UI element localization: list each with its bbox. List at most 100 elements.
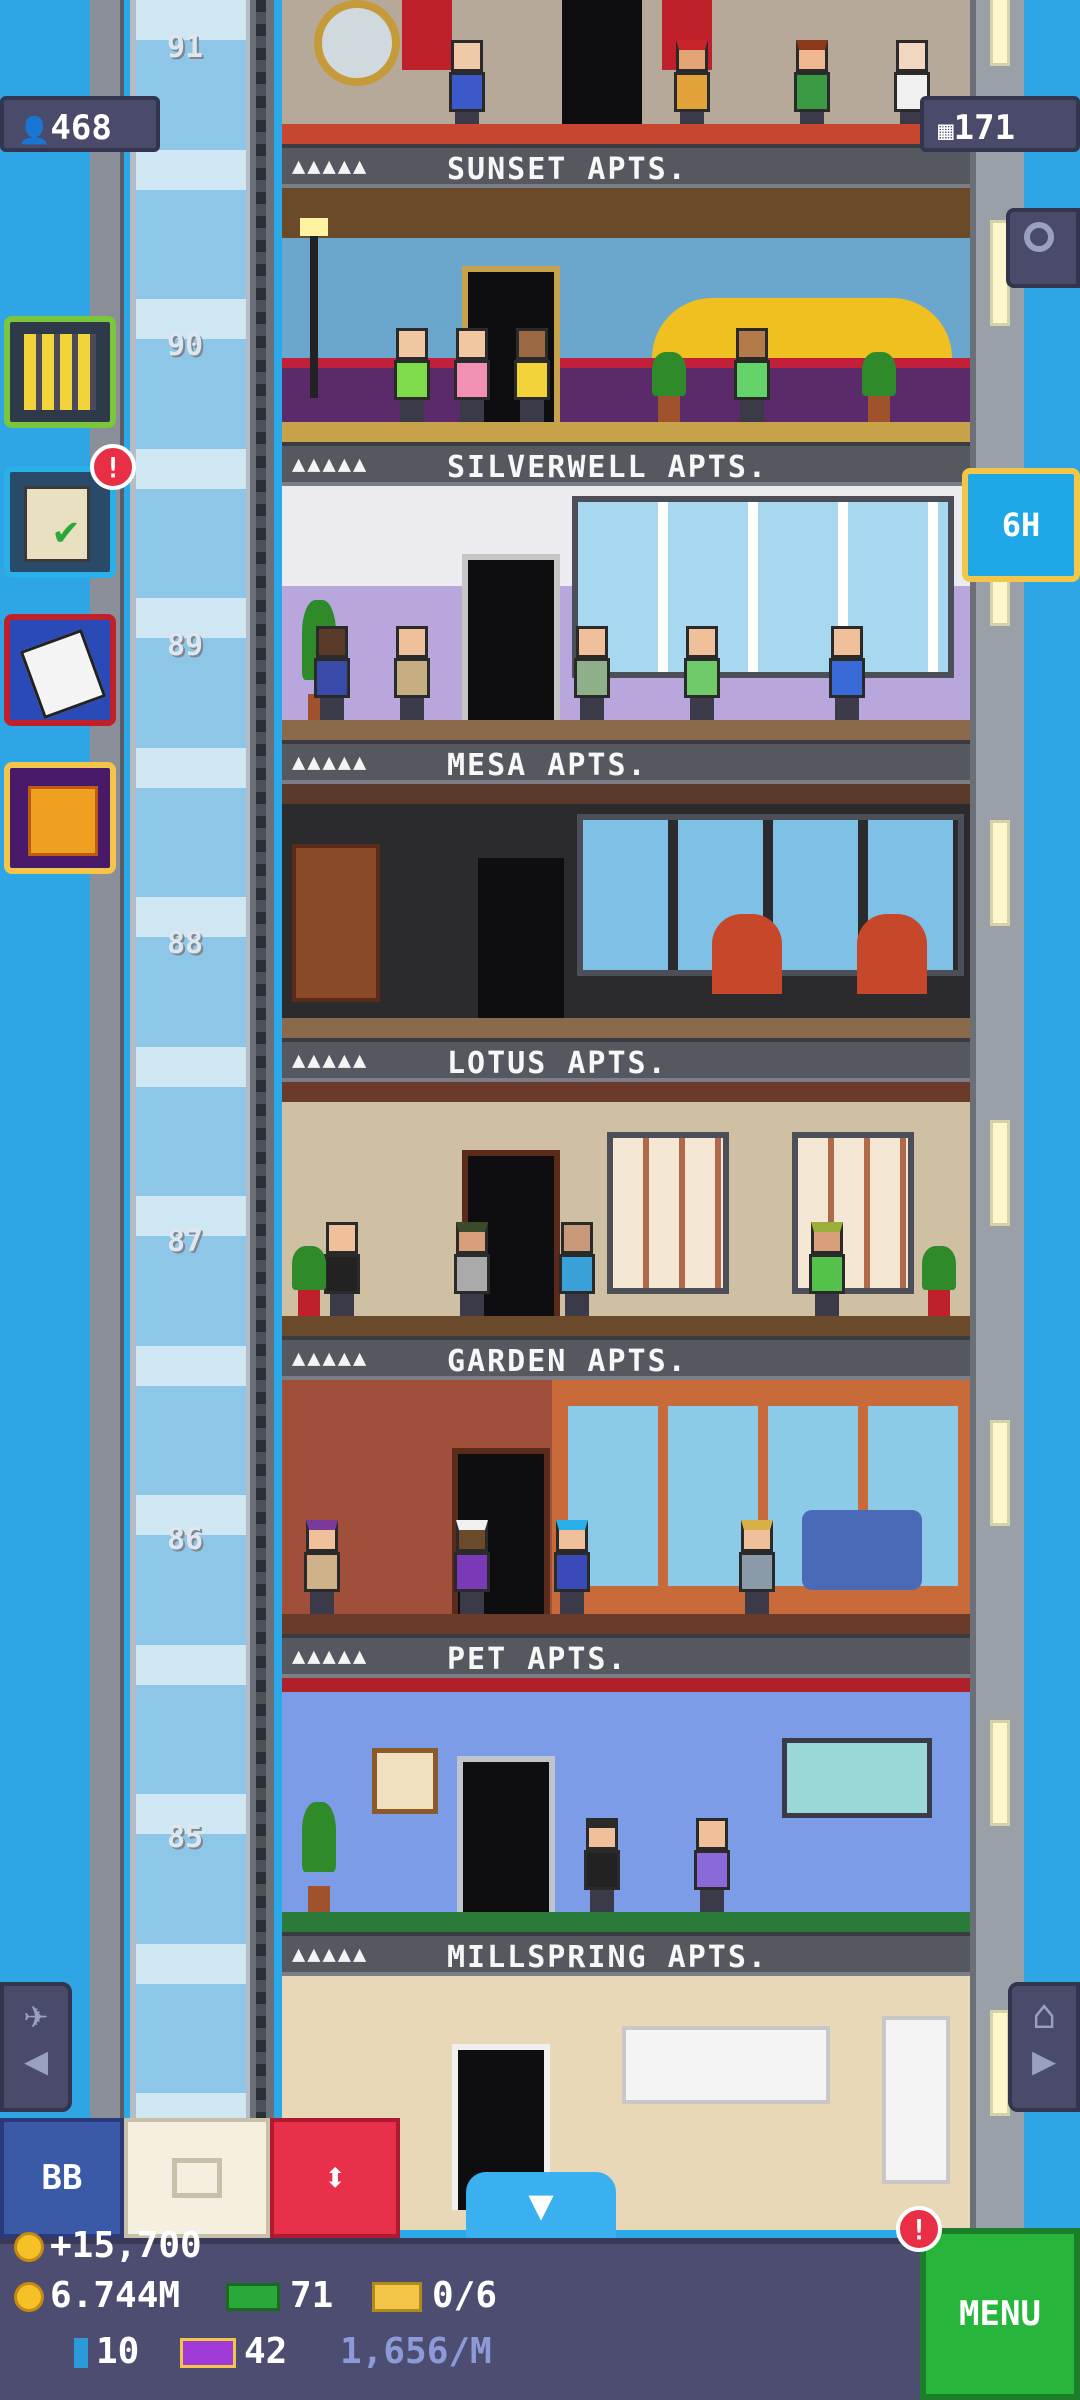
coin-icon (14, 2282, 44, 2312)
bitizen[interactable] (807, 1222, 847, 1316)
window (572, 496, 954, 678)
floor-grass (282, 1912, 970, 1932)
elevator-cable (256, 0, 266, 2400)
floor-silverwell-apts[interactable]: ▲▲▲▲▲ SILVERWELL APTS. (282, 442, 970, 740)
floor-number: 91 (166, 30, 204, 65)
floor-carpet (282, 124, 970, 144)
plant-decor (302, 1802, 336, 1912)
floor-label: ▲▲▲▲▲ PET APTS. (282, 1634, 970, 1678)
bb-button[interactable]: BB (0, 2118, 124, 2238)
floor-label: ▲▲▲▲▲ MILLSPRING APTS. (282, 1932, 970, 1976)
bitizen[interactable] (392, 626, 432, 720)
floor-stars: ▲▲▲▲▲ (292, 154, 369, 179)
bitizen[interactable] (572, 626, 612, 720)
build-floor-button[interactable] (4, 316, 116, 428)
population-counter[interactable]: 👤468 (0, 96, 160, 152)
bitizen[interactable] (452, 1222, 492, 1316)
bitizen[interactable] (682, 626, 722, 720)
bitizen[interactable] (737, 1520, 777, 1614)
search-button[interactable] (1006, 208, 1080, 288)
floor-wood (282, 720, 970, 740)
floor-sunset-apts[interactable]: ▲▲▲▲▲ SUNSET APTS. (282, 144, 970, 442)
tickets-counter: 0/6 (372, 2272, 497, 2320)
bitizen[interactable] (732, 328, 772, 422)
vip-counter: 42 (180, 2328, 287, 2376)
plant-decor (922, 1246, 956, 1316)
floor-wood (282, 1018, 970, 1038)
bitizen[interactable] (312, 626, 352, 720)
stock-button[interactable] (124, 2118, 270, 2238)
door[interactable] (457, 1756, 555, 1912)
sunset-decor (652, 298, 952, 358)
floor-name: MILLSPRING APTS. (447, 1940, 768, 1975)
floor-wood (282, 1316, 970, 1336)
room-interior (282, 1082, 970, 1336)
income-rate: 1,656/M (340, 2331, 492, 2372)
bitizen[interactable] (452, 328, 492, 422)
bitizen[interactable] (692, 1818, 732, 1912)
next-floor-button[interactable]: ⌂ ▶ (1008, 1982, 1080, 2112)
floor-stars: ▲▲▲▲▲ (292, 1644, 369, 1669)
bitizen[interactable] (582, 1818, 622, 1912)
bitizen[interactable] (672, 40, 712, 134)
calendar-button[interactable] (4, 614, 116, 726)
floor-mesa-apts[interactable]: ▲▲▲▲▲ MESA APTS. (282, 740, 970, 1038)
tower-window-light (990, 0, 1010, 66)
coins-gain: +15,700 (14, 2222, 202, 2270)
floor-name: MESA APTS. (447, 748, 648, 783)
bookshelf (292, 844, 380, 1002)
menu-button[interactable]: MENU (920, 2228, 1080, 2400)
door[interactable] (472, 852, 570, 1018)
chevron-left-icon: ◀ (23, 2038, 49, 2084)
plant-decor (652, 352, 686, 422)
tower-window-light (990, 1420, 1010, 1526)
floors-counter[interactable]: ▦171 (920, 96, 1080, 152)
menu-label: MENU (959, 2294, 1041, 2334)
building-icon (24, 334, 96, 410)
coin-icon (14, 2232, 44, 2262)
collapse-toolbar-button[interactable]: ▼ (466, 2172, 616, 2238)
menu-alert-badge: ! (896, 2206, 942, 2252)
bitizen[interactable] (827, 626, 867, 720)
tower-window-light (990, 1720, 1010, 1826)
item-icon (74, 2338, 88, 2368)
building-icon: ▦ (938, 116, 954, 146)
gift-button[interactable] (4, 762, 116, 874)
banner-decor (402, 0, 452, 70)
bitizen[interactable] (392, 328, 432, 422)
room-interior (282, 0, 970, 144)
bitizen[interactable] (447, 40, 487, 134)
bitizen[interactable] (302, 1520, 342, 1614)
floor-garden-apts[interactable]: ▲▲▲▲▲ GARDEN APTS. (282, 1336, 970, 1634)
mirror-decor (314, 0, 400, 86)
tower-window-light (990, 820, 1010, 926)
magnifier-icon (1024, 222, 1054, 252)
bitizen[interactable] (792, 40, 832, 134)
floor-trim (282, 422, 970, 442)
chevron-right-icon: ▶ (1031, 2038, 1057, 2084)
floor-stars: ▲▲▲▲▲ (292, 452, 369, 477)
floor-lotus-apts[interactable]: ▲▲▲▲▲ LOTUS APTS. (282, 1038, 970, 1336)
home-icon: ⌂ (1031, 1992, 1057, 2038)
floor-name: SILVERWELL APTS. (447, 450, 768, 485)
restock-timer-label: 6H (1001, 506, 1041, 544)
plant-decor (862, 352, 896, 422)
bitizen[interactable] (552, 1520, 592, 1614)
picture-frame (372, 1748, 438, 1814)
restock-timer-button[interactable]: 6H (962, 468, 1080, 582)
floor-pet-apts[interactable]: ▲▲▲▲▲ PET APTS. (282, 1634, 970, 1932)
floors-value: 171 (953, 108, 1016, 148)
floor-top-room[interactable] (282, 0, 970, 144)
bitizen[interactable] (322, 1222, 362, 1316)
bux-counter: 71 (226, 2272, 333, 2320)
bitizen[interactable] (452, 1520, 492, 1614)
room-interior (282, 1380, 970, 1634)
bitizen[interactable] (512, 328, 552, 422)
previous-floor-button[interactable]: ✈ ◀ (0, 1982, 72, 2112)
sofa (802, 1510, 922, 1590)
door-frame (568, 0, 618, 70)
floor-number: 85 (166, 1820, 204, 1855)
bitizen[interactable] (557, 1222, 597, 1316)
door[interactable] (462, 554, 560, 720)
elevator-button[interactable]: ⬍ (270, 2118, 400, 2238)
